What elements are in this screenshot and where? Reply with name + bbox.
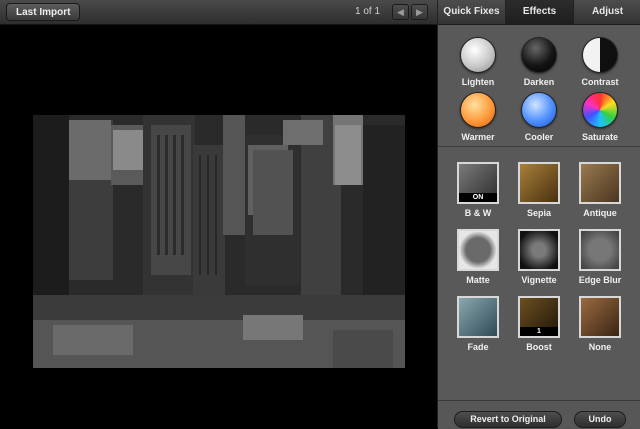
contrast-button[interactable]: Contrast: [570, 37, 630, 87]
lighten-orb-icon: [460, 37, 496, 73]
effect-boost[interactable]: 1 Boost: [509, 296, 569, 352]
effect-thumbnail: [457, 229, 499, 271]
cooler-button[interactable]: Cooler: [509, 92, 569, 142]
undo-button[interactable]: Undo: [574, 411, 626, 428]
effect-antique[interactable]: Antique: [570, 162, 630, 218]
effect-thumbnail: ON: [457, 162, 499, 204]
panel-actions: Revert to Original Undo: [438, 400, 640, 429]
saturate-button[interactable]: Saturate: [570, 92, 630, 142]
effect-sepia[interactable]: Sepia: [509, 162, 569, 218]
orb-label: Saturate: [581, 132, 618, 142]
color-adjust-buttons: Lighten Darken Contrast Warmer Cooler Sa…: [438, 25, 640, 147]
effect-label: None: [588, 342, 612, 352]
viewer-toolbar: Last Import 1 of 1 ◀ ▶: [0, 0, 437, 25]
darken-button[interactable]: Darken: [509, 37, 569, 87]
last-import-button[interactable]: Last Import: [6, 3, 81, 21]
boost-level-badge: 1: [520, 327, 558, 336]
effect-thumbnail: [518, 229, 560, 271]
effect-label: Sepia: [526, 208, 551, 218]
tab-effects[interactable]: Effects: [506, 0, 574, 24]
contrast-orb-icon: [582, 37, 618, 73]
next-photo-button[interactable]: ▶: [411, 4, 428, 20]
cooler-orb-icon: [521, 92, 557, 128]
effect-label: Fade: [467, 342, 489, 352]
photo-counter: 1 of 1: [355, 6, 381, 17]
orb-label: Cooler: [524, 132, 554, 142]
tab-adjust[interactable]: Adjust: [574, 0, 640, 24]
effect-label: B & W: [464, 208, 492, 218]
effect-thumbnail: [579, 162, 621, 204]
effects-panel: Quick Fixes Effects Adjust Lighten Darke…: [437, 0, 640, 429]
photo-viewer: [0, 25, 437, 428]
effect-thumbnail: [457, 296, 499, 338]
tab-quick-fixes[interactable]: Quick Fixes: [438, 0, 506, 24]
photo-canvas[interactable]: [33, 115, 405, 368]
effect-edge-blur[interactable]: Edge Blur: [570, 229, 630, 285]
effect-none[interactable]: None: [570, 296, 630, 352]
arrow-left-icon: ◀: [397, 7, 404, 17]
effect-label: Boost: [526, 342, 552, 352]
effect-label: Antique: [583, 208, 617, 218]
effect-label: Matte: [466, 275, 490, 285]
effects-grid: ON B & W Sepia Antique Matte Vignette Ed…: [438, 148, 640, 368]
warmer-orb-icon: [460, 92, 496, 128]
darken-orb-icon: [521, 37, 557, 73]
orb-label: Warmer: [461, 132, 495, 142]
orb-label: Darken: [523, 77, 555, 87]
effect-vignette[interactable]: Vignette: [509, 229, 569, 285]
orb-label: Contrast: [581, 77, 619, 87]
effect-thumbnail: [518, 162, 560, 204]
effect-thumbnail: 1: [518, 296, 560, 338]
effect-label: Vignette: [521, 275, 557, 285]
effect-fade[interactable]: Fade: [448, 296, 508, 352]
lighten-button[interactable]: Lighten: [448, 37, 508, 87]
arrow-right-icon: ▶: [416, 7, 423, 17]
panel-tabs: Quick Fixes Effects Adjust: [438, 0, 640, 25]
revert-to-original-button[interactable]: Revert to Original: [454, 411, 562, 428]
effect-thumbnail: [579, 296, 621, 338]
saturate-orb-icon: [582, 92, 618, 128]
previous-photo-button[interactable]: ◀: [392, 4, 409, 20]
effect-label: Edge Blur: [578, 275, 622, 285]
city-street-photo: [33, 115, 405, 368]
effect-thumbnail: [579, 229, 621, 271]
on-badge: ON: [459, 193, 497, 202]
effect-bw[interactable]: ON B & W: [448, 162, 508, 218]
orb-label: Lighten: [461, 77, 495, 87]
warmer-button[interactable]: Warmer: [448, 92, 508, 142]
effect-matte[interactable]: Matte: [448, 229, 508, 285]
